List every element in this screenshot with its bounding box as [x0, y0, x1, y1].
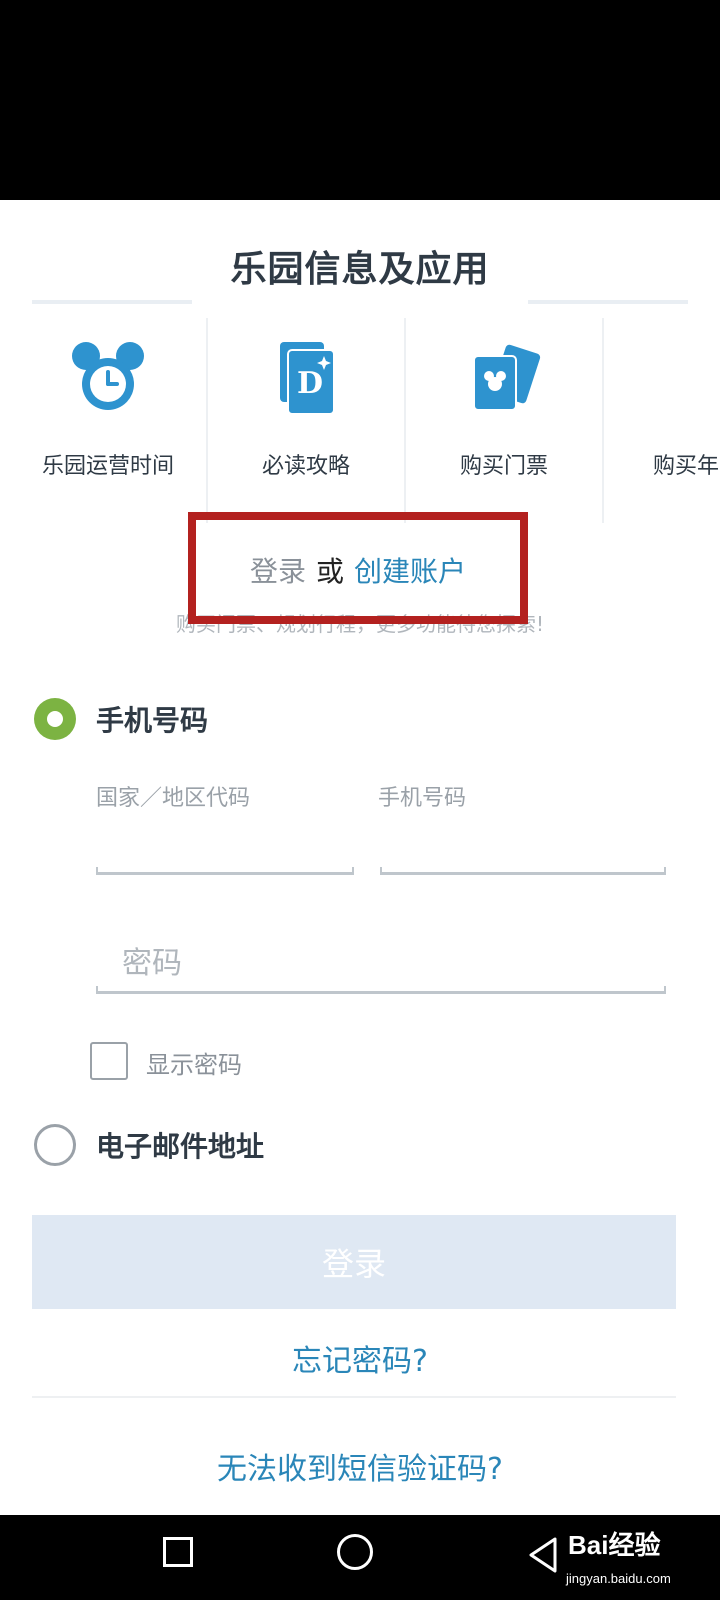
feature-row: 乐园运营时间 D 必读攻略 购买门票 购买年 [0, 318, 720, 523]
feature-label: 购买年 [653, 454, 720, 479]
auth-links: 登录或创建账户 [188, 550, 528, 590]
password-placeholder: 密码 [122, 946, 182, 981]
or-text: 或 [315, 555, 344, 588]
feature-label: 乐园运营时间 [41, 454, 174, 479]
title-rule-left [32, 300, 192, 304]
svg-text:D: D [297, 366, 323, 401]
phone-number-label: 手机号码 [378, 786, 467, 811]
email-radio[interactable] [34, 1124, 76, 1166]
phone-radio[interactable] [34, 698, 76, 740]
login-button[interactable]: 登录 [32, 1215, 676, 1309]
email-option-label: 电子邮件地址 [96, 1130, 265, 1163]
tickets-icon [473, 344, 541, 411]
mickey-clock-icon [72, 342, 144, 410]
feature-guide[interactable]: D 必读攻略 [206, 318, 406, 523]
create-account-link[interactable]: 创建账户 [354, 555, 466, 588]
show-password-label: 显示密码 [146, 1051, 242, 1079]
password-field[interactable] [96, 986, 666, 994]
show-password-checkbox[interactable] [90, 1042, 128, 1080]
watermark-sub: jingyan.baidu.com [566, 1571, 671, 1586]
disney-guide-icon: D [280, 342, 335, 415]
country-code-field[interactable] [96, 867, 354, 875]
feature-label: 必读攻略 [261, 454, 350, 479]
recents-button[interactable] [163, 1537, 193, 1567]
feature-divider [206, 318, 208, 523]
phone-number-field[interactable] [380, 867, 666, 875]
app-screen: 乐园信息及应用 乐园运营时间 D 必读攻略 购买门票 购买年 购买门票、规划行程… [0, 200, 720, 1515]
login-link[interactable]: 登录 [250, 555, 306, 588]
email-option[interactable]: 电子邮件地址 [34, 1123, 264, 1167]
watermark-main: Bai经验 [568, 1530, 661, 1560]
country-code-label: 国家／地区代码 [96, 786, 251, 811]
back-icon[interactable] [525, 1535, 565, 1575]
feature-label: 购买门票 [459, 454, 548, 479]
status-area [0, 0, 720, 200]
divider-line [32, 1396, 676, 1398]
feature-divider [404, 318, 406, 523]
feature-tickets[interactable]: 购买门票 [404, 318, 604, 523]
title-rule-right [528, 300, 688, 304]
feature-annual-pass[interactable]: 购买年 [603, 318, 720, 523]
home-button[interactable] [337, 1534, 373, 1570]
phone-option-label: 手机号码 [96, 704, 209, 737]
watermark-logo: Bai经验 jingyan.baidu.com [560, 1525, 710, 1595]
sms-help-link[interactable]: 无法收到短信验证码? [0, 1444, 720, 1488]
forgot-password-link[interactable]: 忘记密码? [0, 1336, 720, 1380]
feature-park-hours[interactable]: 乐园运营时间 [8, 318, 208, 523]
phone-option[interactable]: 手机号码 [34, 697, 208, 741]
feature-divider [602, 318, 604, 523]
section-title: 乐园信息及应用 [230, 249, 490, 290]
